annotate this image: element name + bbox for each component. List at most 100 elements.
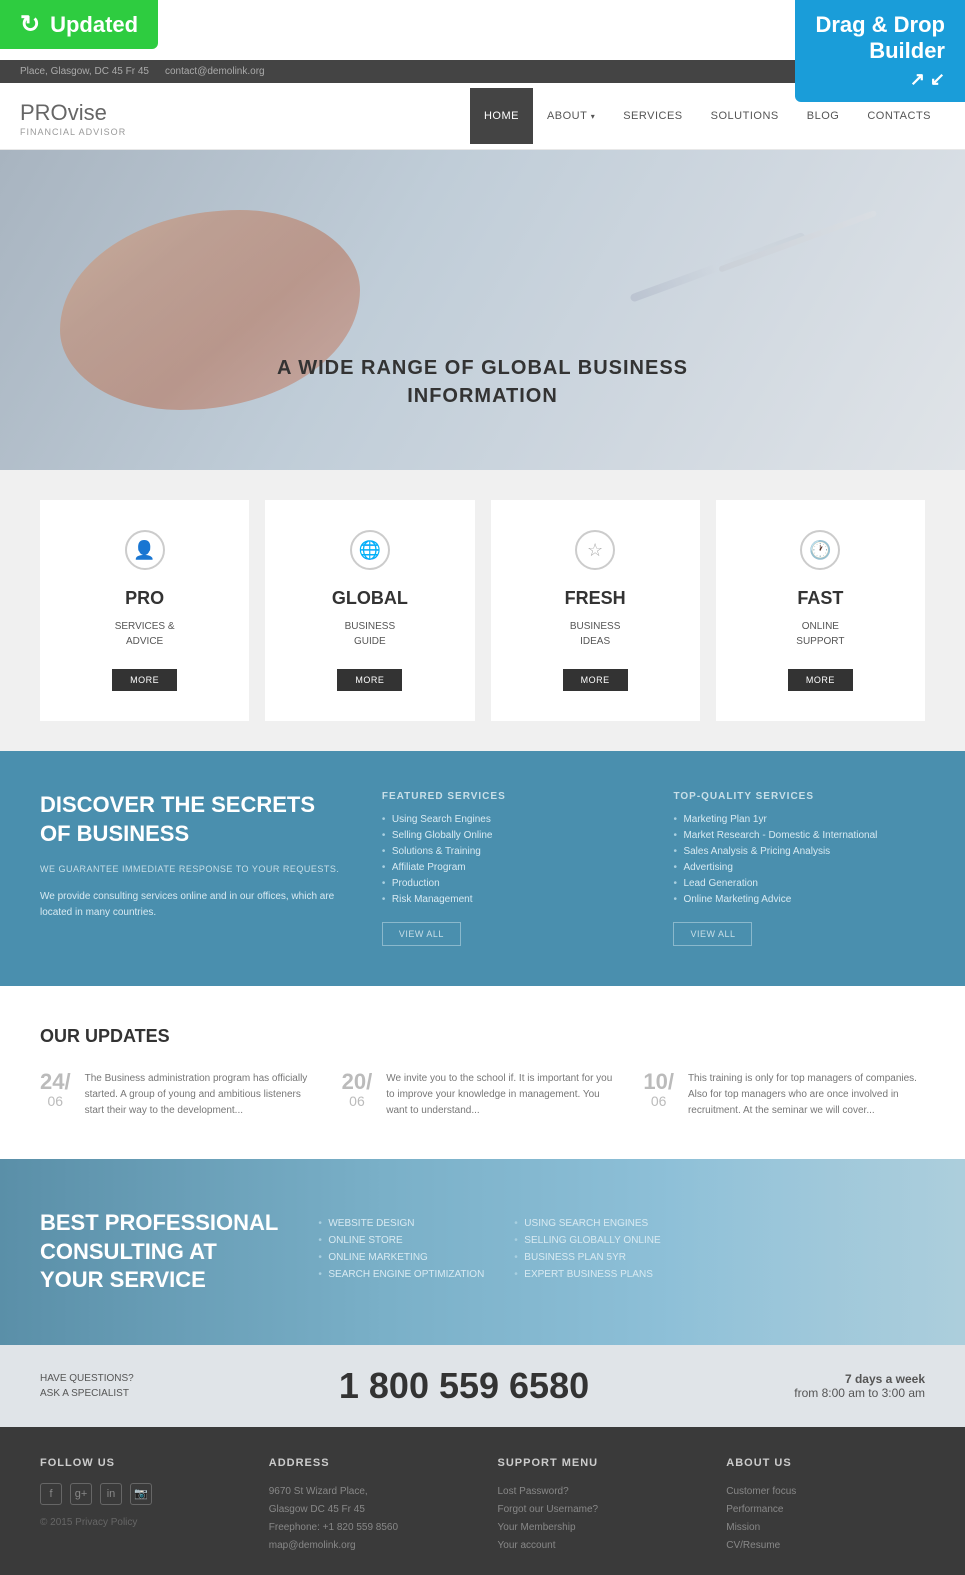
update-day-1: 24/ [40, 1071, 71, 1093]
phone-left: HAVE QUESTIONS? ASK A SPECIALIST [40, 1371, 134, 1401]
list-item: EXPERT BUSINESS PLANS [514, 1269, 660, 1280]
phone-right: 7 days a week from 8:00 am to 3:00 am [794, 1372, 925, 1400]
blue-top-quality: TOP-QUALITY SERVICES Marketing Plan 1yr … [673, 791, 925, 946]
blue-top-quality-list: Marketing Plan 1yr Market Research - Dom… [673, 814, 925, 905]
phone-hours: from 8:00 am to 3:00 am [794, 1386, 925, 1400]
card-pro: 👤 PRO SERVICES &ADVICE MORE [40, 500, 249, 721]
card-fast-title: FAST [797, 588, 843, 609]
hero-text: A WIDE RANGE OF GLOBAL BUSINESS INFORMAT… [277, 354, 688, 410]
list-item: SEARCH ENGINE OPTIMIZATION [318, 1269, 484, 1280]
footer-lost-password[interactable]: Lost Password? [498, 1483, 697, 1501]
update-text-2: We invite you to the school if. It is im… [386, 1071, 623, 1119]
ask-specialist: ASK A SPECIALIST [40, 1386, 134, 1401]
card-fast: 🕐 FAST ONLINESUPPORT MORE [716, 500, 925, 721]
topbar-email: contact@demolink.org [165, 66, 265, 77]
footer-account[interactable]: Your account [498, 1537, 697, 1555]
nav-item-solutions[interactable]: SOLUTIONS [697, 88, 793, 144]
footer-social-icons: f g+ in 📷 [40, 1483, 239, 1505]
footer-address-line2: Glasgow DC 45 Fr 45 [269, 1501, 468, 1519]
card-fast-icon: 🕐 [800, 530, 840, 570]
card-fresh-icon: ☆ [575, 530, 615, 570]
footer-performance[interactable]: Performance [726, 1501, 925, 1519]
list-item: Solutions & Training [382, 846, 634, 857]
phone-section: HAVE QUESTIONS? ASK A SPECIALIST 1 800 5… [0, 1345, 965, 1427]
footer-address-freephone: Freephone: +1 820 559 8560 [269, 1519, 468, 1537]
hero-overlay [0, 150, 965, 470]
list-item: Advertising [673, 862, 925, 873]
card-global-icon: 🌐 [350, 530, 390, 570]
footer-linkedin-icon[interactable]: in [100, 1483, 122, 1505]
blue-featured: FEATURED SERVICES Using Search Engines S… [382, 791, 634, 946]
card-pro-title: PRO [125, 588, 164, 609]
hero-title-line2: INFORMATION [277, 382, 688, 410]
card-fresh-sub: BUSINESSIDEAS [570, 619, 621, 649]
list-item: Marketing Plan 1yr [673, 814, 925, 825]
footer-address-line1: 9670 St Wizard Place, [269, 1483, 468, 1501]
phone-days: 7 days a week [794, 1372, 925, 1386]
footer-mission[interactable]: Mission [726, 1519, 925, 1537]
card-global-btn[interactable]: MORE [337, 669, 402, 691]
nav-item-services[interactable]: SERVICES [609, 88, 696, 144]
consulting-list-1: WEBSITE DESIGN ONLINE STORE ONLINE MARKE… [318, 1218, 484, 1286]
list-item: Using Search Engines [382, 814, 634, 825]
card-fresh-btn[interactable]: MORE [563, 669, 628, 691]
blue-top-quality-title: TOP-QUALITY SERVICES [673, 791, 925, 802]
card-fast-btn[interactable]: MORE [788, 669, 853, 691]
dnd-badge: Drag & Drop Builder ↗ ↙ [795, 0, 965, 102]
dnd-arrows: ↗ ↙ [815, 69, 945, 91]
consulting-lists: WEBSITE DESIGN ONLINE STORE ONLINE MARKE… [318, 1218, 925, 1286]
list-item: Risk Management [382, 894, 634, 905]
card-pro-btn[interactable]: MORE [112, 669, 177, 691]
card-global: 🌐 GLOBAL BUSINESSGUIDE MORE [265, 500, 474, 721]
footer-forgot-username[interactable]: Forgot our Username? [498, 1501, 697, 1519]
list-item: Production [382, 878, 634, 889]
top-quality-view-all-btn[interactable]: VIEW ALL [673, 922, 752, 946]
footer-support: SUPPORT MENU Lost Password? Forgot our U… [498, 1457, 697, 1555]
phone-number: 1 800 559 6580 [164, 1365, 765, 1407]
blue-section: DISCOVER THE SECRETS OF BUSINESS WE GUAR… [0, 751, 965, 986]
dnd-line2: Builder [815, 38, 945, 64]
update-day-2: 20/ [342, 1071, 373, 1093]
blue-featured-list: Using Search Engines Selling Globally On… [382, 814, 634, 905]
update-text-1: The Business administration program has … [85, 1071, 322, 1119]
footer-cv-resume[interactable]: CV/Resume [726, 1537, 925, 1555]
blue-featured-title: FEATURED SERVICES [382, 791, 634, 802]
footer-customer-focus[interactable]: Customer focus [726, 1483, 925, 1501]
footer-follow: FOLLOW US f g+ in 📷 © 2015 Privacy Polic… [40, 1457, 239, 1555]
footer-follow-title: FOLLOW US [40, 1457, 239, 1469]
card-global-sub: BUSINESSGUIDE [345, 619, 396, 649]
footer-gplus-icon[interactable]: g+ [70, 1483, 92, 1505]
blue-guarantee: WE GUARANTEE IMMEDIATE RESPONSE TO YOUR … [40, 862, 342, 876]
blue-heading: DISCOVER THE SECRETS OF BUSINESS [40, 791, 342, 848]
cards-section: 👤 PRO SERVICES &ADVICE MORE 🌐 GLOBAL BUS… [0, 470, 965, 751]
consulting-title: BEST PROFESSIONALCONSULTING ATYOUR SERVI… [40, 1209, 278, 1295]
list-item: Market Research - Domestic & Internation… [673, 830, 925, 841]
featured-view-all-btn[interactable]: VIEW ALL [382, 922, 461, 946]
list-item: ONLINE MARKETING [318, 1252, 484, 1263]
footer-membership[interactable]: Your Membership [498, 1519, 697, 1537]
consulting-left: BEST PROFESSIONALCONSULTING ATYOUR SERVI… [40, 1209, 278, 1295]
card-global-title: GLOBAL [332, 588, 408, 609]
list-item: Selling Globally Online [382, 830, 634, 841]
blue-left: DISCOVER THE SECRETS OF BUSINESS WE GUAR… [40, 791, 342, 946]
footer: FOLLOW US f g+ in 📷 © 2015 Privacy Polic… [0, 1427, 965, 1575]
footer-address-title: ADDRESS [269, 1457, 468, 1469]
footer-instagram-icon[interactable]: 📷 [130, 1483, 152, 1505]
footer-facebook-icon[interactable]: f [40, 1483, 62, 1505]
list-item: WEBSITE DESIGN [318, 1218, 484, 1229]
footer-copyright: © 2015 Privacy Policy [40, 1517, 239, 1528]
update-item-3: 10/ 06 This training is only for top man… [643, 1071, 925, 1119]
hero-title-line1: A WIDE RANGE OF GLOBAL BUSINESS [277, 354, 688, 382]
update-date-2: 20/ 06 [342, 1071, 373, 1119]
updates-section: OUR UPDATES 24/ 06 The Business administ… [0, 986, 965, 1159]
logo-subtitle: FINANCIAL ADVISOR [20, 127, 126, 137]
update-month-1: 06 [48, 1093, 64, 1109]
list-item: BUSINESS PLAN 5YR [514, 1252, 660, 1263]
updates-title: OUR UPDATES [40, 1026, 925, 1047]
nav-item-home[interactable]: HOME [470, 88, 533, 144]
update-date-1: 24/ 06 [40, 1071, 71, 1119]
nav-item-about[interactable]: ABOUT ▾ [533, 88, 609, 144]
update-text-3: This training is only for top managers o… [688, 1071, 925, 1119]
list-item: ONLINE STORE [318, 1235, 484, 1246]
blue-body: We provide consulting services online an… [40, 889, 342, 921]
